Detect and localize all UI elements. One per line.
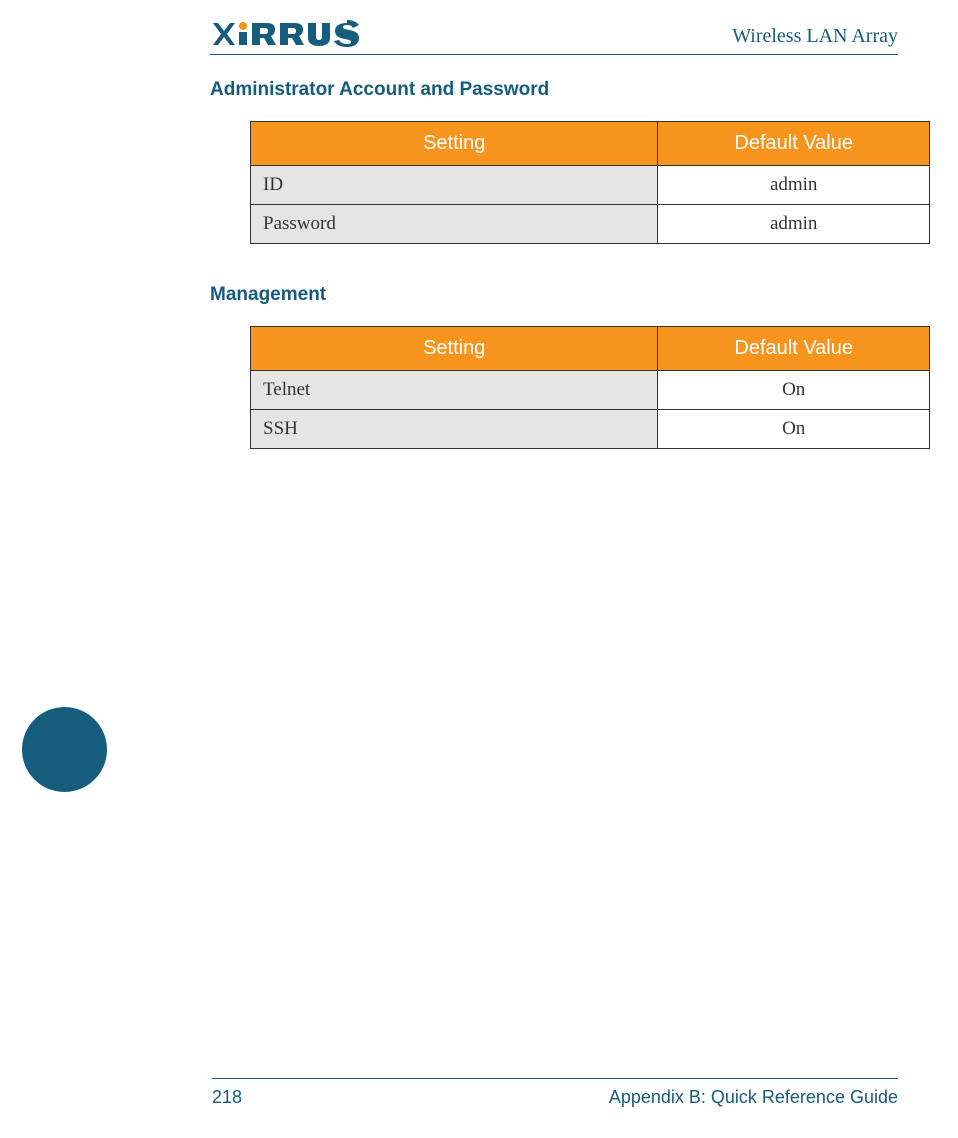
cell-value: admin (658, 166, 930, 205)
table-row: Password admin (251, 205, 930, 244)
cell-setting: SSH (251, 410, 658, 449)
admin-table: Setting Default Value ID admin Password … (250, 121, 930, 244)
logo (210, 20, 370, 48)
col-header-setting: Setting (251, 122, 658, 166)
cell-value: admin (658, 205, 930, 244)
page-number: 218 (212, 1087, 242, 1108)
cell-setting: ID (251, 166, 658, 205)
section-heading-management: Management (210, 284, 898, 306)
management-table: Setting Default Value Telnet On SSH On (250, 326, 930, 449)
col-header-setting: Setting (251, 327, 658, 371)
col-header-value: Default Value (658, 327, 930, 371)
col-header-value: Default Value (658, 122, 930, 166)
tab-circle (22, 707, 107, 792)
page-header: Wireless LAN Array (210, 20, 898, 55)
table-row: Telnet On (251, 371, 930, 410)
doc-title: Wireless LAN Array (732, 25, 898, 48)
table-row: SSH On (251, 410, 930, 449)
cell-value: On (658, 371, 930, 410)
cell-value: On (658, 410, 930, 449)
cell-setting: Telnet (251, 371, 658, 410)
section-heading-admin: Administrator Account and Password (210, 79, 898, 101)
table-row: ID admin (251, 166, 930, 205)
page-footer: 218 Appendix B: Quick Reference Guide (212, 1078, 898, 1108)
cell-setting: Password (251, 205, 658, 244)
appendix-label: Appendix B: Quick Reference Guide (609, 1087, 898, 1108)
